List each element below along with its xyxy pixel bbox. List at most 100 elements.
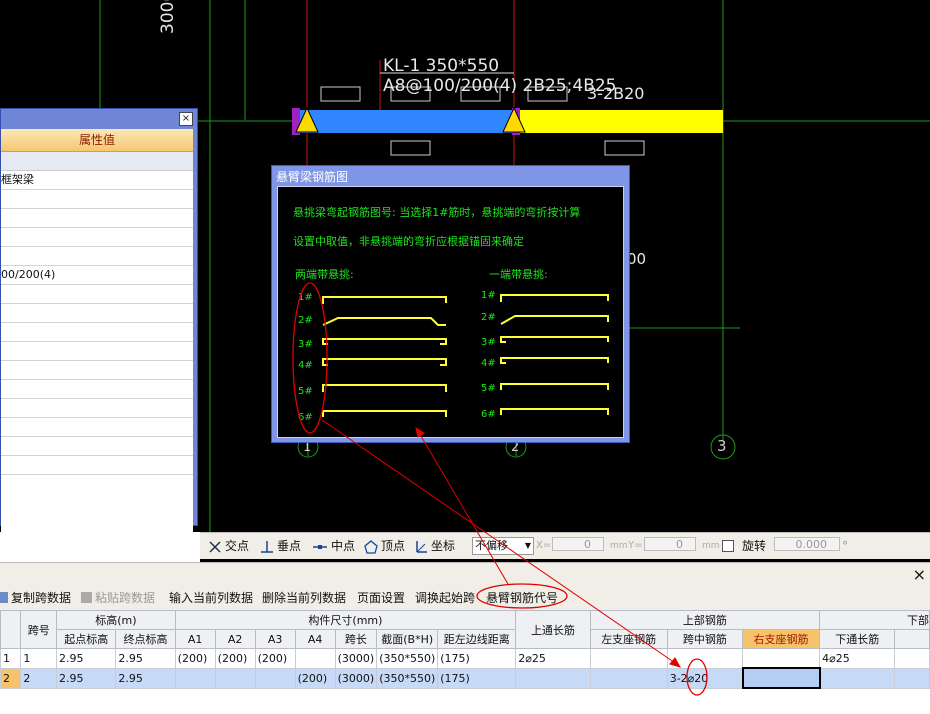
cell-left-support[interactable] [589, 648, 668, 669]
cell-bottom-through[interactable] [819, 667, 896, 689]
close-icon[interactable]: × [179, 112, 193, 126]
property-row[interactable] [1, 399, 193, 418]
cell-bottom-extra[interactable] [894, 648, 930, 669]
property-row[interactable] [1, 456, 193, 475]
rebar-shape [500, 408, 609, 415]
cell-a4[interactable] [294, 648, 336, 669]
cell-end-elevation[interactable]: 2.95 [115, 667, 176, 689]
rebar-shapes [292, 282, 609, 434]
copy-span-button[interactable]: 复制跨数据 [0, 589, 71, 606]
snap-label: 中点 [331, 539, 356, 553]
copy-span-label: 复制跨数据 [11, 591, 72, 605]
beam-span-table: 跨号 标高(m) 构件尺寸(mm) 上通长筋 上部钢筋 下部 起点标高 终点标高… [0, 610, 930, 714]
close-icon[interactable]: × [913, 565, 926, 584]
axis-label-3: 3 [717, 437, 727, 455]
property-row[interactable] [1, 228, 193, 247]
cell-a2[interactable]: (200) [214, 648, 256, 669]
cell-start-elevation[interactable]: 2.95 [56, 648, 117, 669]
cell-section[interactable]: (350*550) [376, 667, 439, 689]
property-row[interactable] [1, 247, 193, 266]
cell-end-elevation[interactable]: 2.95 [115, 648, 176, 669]
table-row[interactable]: 2 2 2.95 2.95 (200) (3000) (350*550) (17… [0, 667, 930, 689]
row-number-header [0, 610, 22, 649]
property-row[interactable] [1, 209, 193, 228]
delete-column-button[interactable]: 删除当前列数据 [262, 589, 346, 606]
snap-midpoint[interactable]: 中点 [312, 537, 355, 555]
midpoint-icon [313, 544, 327, 549]
dialog-title: 悬臂梁钢筋图 [276, 170, 349, 184]
property-row[interactable] [1, 304, 193, 323]
swap-start-span-button[interactable]: 调换起始跨 [415, 589, 475, 606]
cell-a3[interactable]: (200) [254, 648, 296, 669]
start-elevation-header: 起点标高 [56, 629, 117, 649]
snap-coordinate[interactable]: 坐标 [414, 537, 455, 555]
x-input[interactable]: 0 [552, 537, 604, 551]
snap-intersection[interactable]: 交点 [208, 537, 249, 555]
cell-left-support[interactable] [589, 667, 668, 689]
snap-label: 坐标 [431, 539, 456, 553]
a2-header: A2 [214, 629, 256, 649]
offset-select-value: 不偏移 [475, 539, 508, 552]
page-setup-button[interactable]: 页面设置 [357, 589, 405, 606]
cell-start-elevation[interactable]: 2.95 [56, 667, 117, 689]
perpendicular-icon [261, 540, 273, 553]
cell-midspan[interactable]: 3-2⌀20 [666, 667, 744, 689]
cell-a1[interactable]: (200) [174, 648, 216, 669]
y-unit: mm [702, 541, 720, 551]
property-row[interactable]: 00/200(4) [1, 266, 193, 285]
cell-bottom-extra[interactable] [894, 667, 930, 689]
dialog-body: 悬挑梁弯起钢筋图号: 当选择1#筋时，悬挑端的弯折按计算 设置中取值，非悬挑端的… [277, 186, 624, 438]
property-row[interactable] [1, 380, 193, 399]
property-row[interactable] [1, 437, 193, 456]
cell-left-distance[interactable]: (175) [437, 667, 517, 689]
cell-right-support[interactable] [741, 667, 821, 689]
rebar-shape [322, 384, 447, 392]
property-row[interactable] [1, 361, 193, 380]
cell-section[interactable]: (350*550) [376, 648, 439, 669]
property-row[interactable] [1, 323, 193, 342]
cell-top-through[interactable] [515, 667, 591, 689]
cell-a3[interactable] [254, 667, 296, 689]
coordinate-icon [416, 540, 427, 553]
offset-select[interactable]: 不偏移 ▼ [472, 537, 534, 555]
property-row[interactable] [1, 418, 193, 437]
cell-midspan[interactable] [666, 648, 744, 669]
rotate-checkbox[interactable] [722, 540, 734, 552]
beam-table-toolbar: 复制跨数据 粘贴跨数据 输入当前列数据 删除当前列数据 页面设置 调换起始跨 悬… [0, 586, 930, 610]
property-row[interactable] [1, 342, 193, 361]
canvas-bottom-strip [0, 532, 200, 562]
end-elevation-header: 终点标高 [115, 629, 176, 649]
table-row[interactable]: 1 1 2.95 2.95 (200) (200) (200) (3000) (… [0, 648, 930, 669]
paste-icon [81, 592, 92, 603]
copy-icon [0, 592, 8, 603]
y-label: Y= [628, 540, 643, 551]
cell-right-support[interactable] [742, 648, 821, 669]
paste-span-button[interactable]: 粘贴跨数据 [81, 589, 155, 606]
cell-a2[interactable] [214, 667, 256, 689]
vertical-dimension: 3000 [158, 0, 178, 34]
cell-span-length[interactable]: (3000) [334, 648, 378, 669]
cell-a1[interactable] [174, 667, 216, 689]
snap-vertex[interactable]: 顶点 [364, 537, 405, 555]
a4-header: A4 [294, 629, 336, 649]
property-row[interactable] [1, 285, 193, 304]
rotate-input[interactable]: 0.000 [774, 537, 840, 551]
cell-left-distance[interactable]: (175) [437, 648, 517, 669]
cell-span-length[interactable]: (3000) [334, 667, 378, 689]
degree-symbol: ° [842, 539, 848, 553]
input-column-button[interactable]: 输入当前列数据 [169, 589, 253, 606]
y-input[interactable]: 0 [644, 537, 696, 551]
cantilever-code-button[interactable]: 悬臂钢筋代号 [486, 589, 558, 606]
cell-span[interactable]: 1 [20, 648, 58, 669]
property-row[interactable]: 框架梁 [1, 171, 193, 190]
property-row[interactable] [1, 190, 193, 209]
cell-bottom-through[interactable]: 4⌀25 [819, 648, 896, 669]
rebar-shape [322, 358, 447, 366]
cell-a4[interactable]: (200) [294, 667, 336, 689]
cell-top-through[interactable]: 2⌀25 [515, 648, 591, 669]
property-panel: × 属性值 框架梁 00/200(4) [0, 108, 198, 579]
cell-span[interactable]: 2 [20, 667, 58, 689]
bottom-rebar-header: 下部 [819, 610, 930, 630]
snap-perpendicular[interactable]: 垂点 [260, 537, 301, 555]
x-label: X= [536, 540, 552, 551]
